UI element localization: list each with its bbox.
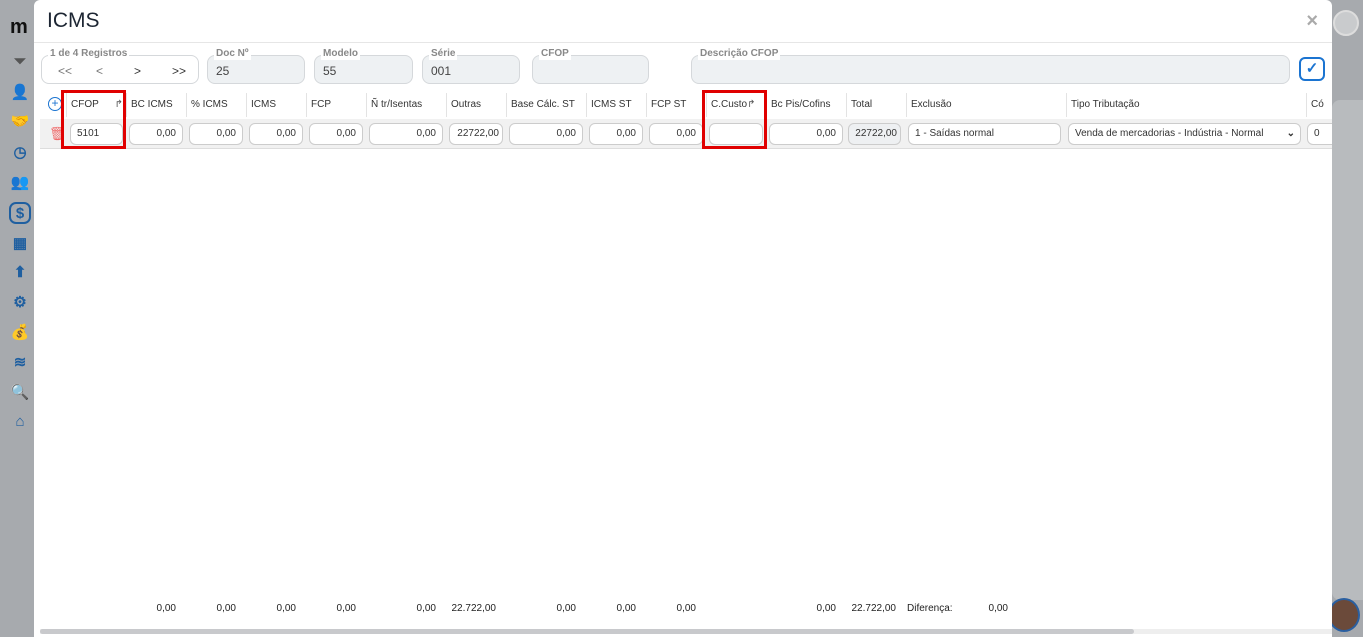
clock-icon[interactable]: ◷ — [10, 142, 30, 162]
col-total: Total — [846, 93, 906, 117]
col-bc-pis-cofins: Bc Pis/Cofins — [766, 93, 846, 117]
doc-label: Doc Nº — [214, 48, 251, 60]
layers-icon[interactable]: ≋ — [10, 352, 30, 372]
search-icon[interactable]: 🔍 — [10, 382, 30, 402]
bc-icms-input[interactable]: 0,00 — [129, 123, 183, 145]
sidebar: m ⏷ 👤 🤝 ◷ 👥 $ ▦ ⬆ ⚙ 💰 ≋ 🔍 ⌂ — [0, 0, 34, 637]
total-bc-pis: 0,00 — [816, 603, 836, 614]
doc-field[interactable]: Doc Nº 25 — [207, 48, 305, 84]
col-pct-icms: % ICMS — [186, 93, 246, 117]
handshake-icon[interactable]: 🤝 — [10, 111, 30, 131]
prev-button[interactable]: < — [96, 64, 103, 78]
home-icon[interactable]: ⌂ — [10, 411, 30, 431]
user-gear-icon[interactable]: 👤 — [10, 82, 30, 102]
base-st-input[interactable]: 0,00 — [509, 123, 583, 145]
background-panel — [1332, 100, 1363, 600]
record-count: 1 de 4 Registros — [48, 48, 130, 60]
modelo-value: 55 — [323, 64, 337, 78]
confirm-checkbox-button[interactable]: ✓ — [1299, 57, 1325, 81]
col-icms: ICMS — [246, 93, 306, 117]
col-codigo: Có — [1306, 93, 1332, 117]
serie-field[interactable]: Série 001 — [422, 48, 520, 84]
record-navigator: 1 de 4 Registros << < > >> — [41, 48, 199, 84]
divider — [34, 42, 1332, 43]
users-icon[interactable]: 👥 — [10, 172, 30, 192]
cfop-field[interactable]: CFOP — [532, 48, 649, 84]
total-total: 22.722,00 — [851, 603, 897, 614]
serie-value: 001 — [431, 64, 452, 78]
col-tipo-tributacao: Tipo Tributação — [1066, 93, 1306, 117]
add-row-icon[interactable]: + — [48, 97, 62, 111]
col-exclusao: Exclusão — [906, 93, 1066, 117]
icms-st-input[interactable]: 0,00 — [589, 123, 643, 145]
total-fcp: 0,00 — [336, 603, 356, 614]
total-outras: 22.722,00 — [451, 603, 497, 614]
outras-input[interactable]: 22722,00 — [449, 123, 503, 145]
fcp-st-input[interactable]: 0,00 — [649, 123, 703, 145]
total-bc-icms: 0,00 — [156, 603, 176, 614]
total-isentas: 0,00 — [416, 603, 436, 614]
serie-label: Série — [429, 48, 458, 60]
modelo-label: Modelo — [321, 48, 360, 60]
descricao-cfop-field[interactable]: Descrição CFOP — [691, 48, 1290, 84]
gear-icon[interactable]: ⚙ — [10, 292, 30, 312]
tools-icon[interactable]: ⬆ — [10, 262, 30, 282]
fcp-input[interactable]: 0,00 — [309, 123, 363, 145]
codigo-input[interactable]: 0 — [1307, 123, 1332, 145]
total-pct-icms: 0,00 — [216, 603, 236, 614]
isentas-input[interactable]: 0,00 — [369, 123, 443, 145]
total-base-st: 0,00 — [556, 603, 576, 614]
total-icms-st: 0,00 — [616, 603, 636, 614]
icms-input[interactable]: 0,00 — [249, 123, 303, 145]
avatar[interactable] — [1333, 10, 1359, 36]
modal-title: ICMS — [47, 9, 100, 32]
col-outras: Outras — [446, 93, 506, 117]
icms-modal: ICMS × 1 de 4 Registros << < > >> Doc Nº… — [34, 0, 1332, 637]
total-fcp-st: 0,00 — [676, 603, 696, 614]
diferenca-value: 0,00 — [988, 603, 1008, 614]
col-bc-icms: BC ICMS — [126, 93, 186, 117]
pct-icms-input[interactable]: 0,00 — [189, 123, 243, 145]
filter-icon[interactable]: ⏷ — [10, 51, 30, 71]
total-icms: 0,00 — [276, 603, 296, 614]
total-input: 22722,00 — [848, 123, 901, 145]
avatar[interactable] — [1328, 598, 1360, 632]
horizontal-scrollbar[interactable] — [40, 629, 1134, 634]
calculator-icon[interactable]: ▦ — [10, 233, 30, 253]
money-bag-icon[interactable]: 💰 — [10, 322, 30, 342]
chevron-down-icon: ⌄ — [1286, 128, 1295, 139]
close-icon[interactable]: × — [1306, 10, 1318, 33]
bc-pis-cofins-input[interactable]: 0,00 — [769, 123, 843, 145]
app-logo: m — [10, 16, 28, 38]
table-header: + CFOP ↱ BC ICMS % ICMS ICMS FCP Ñ tr/Ise… — [34, 93, 1332, 117]
col-fcp-st: FCP ST — [646, 93, 706, 117]
exclusao-input[interactable]: 1 - Saídas normal — [908, 123, 1061, 145]
next-button[interactable]: > — [134, 64, 141, 78]
dollar-icon[interactable]: $ — [9, 202, 31, 224]
last-button[interactable]: >> — [172, 64, 186, 78]
col-fcp: FCP — [306, 93, 366, 117]
col-base-st: Base Cálc. ST — [506, 93, 586, 117]
modelo-field[interactable]: Modelo 55 — [314, 48, 413, 84]
highlight-box — [61, 90, 126, 149]
doc-value: 25 — [216, 64, 230, 78]
highlight-box — [702, 90, 767, 149]
descricao-label: Descrição CFOP — [698, 48, 781, 60]
col-icms-st: ICMS ST — [586, 93, 646, 117]
tipo-tributacao-select[interactable]: Venda de mercadorias - Indústria - Norma… — [1068, 123, 1301, 145]
first-button[interactable]: << — [58, 64, 72, 78]
cfop-label: CFOP — [539, 48, 571, 60]
col-isentas: Ñ tr/Isentas — [366, 93, 446, 117]
